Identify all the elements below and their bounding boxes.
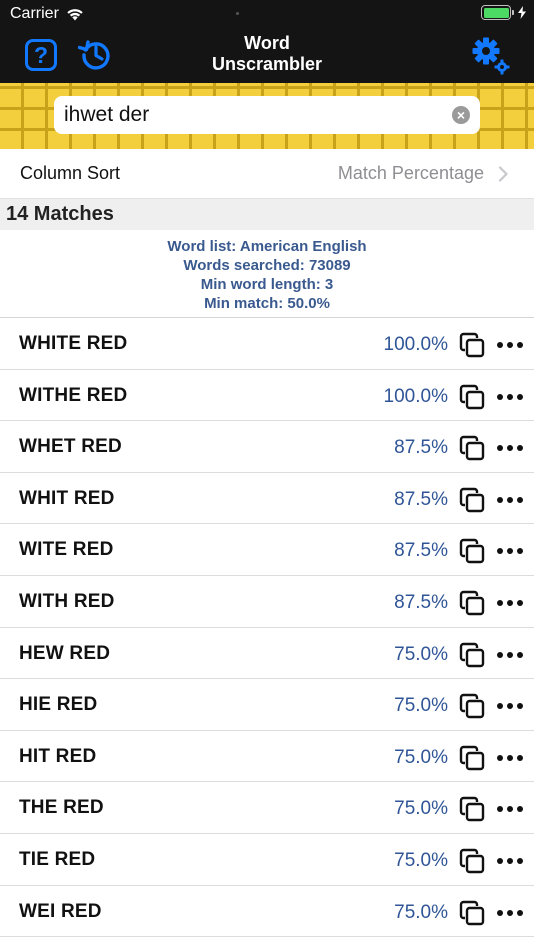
result-row[interactable]: WITHE RED 100.0% [0, 369, 534, 422]
wifi-icon [67, 8, 83, 20]
search-input[interactable]: ihwet der × [54, 96, 480, 134]
results-list: WHITE RED 100.0% WITHE RED 100.0% WHET R… [0, 318, 534, 938]
result-row[interactable]: WEI RED 75.0% [0, 885, 534, 938]
more-icon[interactable] [497, 496, 523, 503]
help-button[interactable]: ? [25, 39, 57, 71]
copy-icon[interactable] [458, 795, 486, 823]
more-icon[interactable] [497, 806, 523, 813]
result-row[interactable]: THE RED 75.0% [0, 782, 534, 834]
chevron-right-icon [498, 166, 508, 182]
result-word: WITE RED [19, 539, 114, 561]
copy-icon[interactable] [458, 383, 486, 411]
charging-icon [518, 6, 526, 19]
search-band: ihwet der × [0, 83, 534, 149]
result-match-percentage: 87.5% [394, 591, 448, 613]
clear-icon[interactable]: × [452, 106, 470, 124]
more-icon[interactable] [497, 342, 523, 348]
info-min-word-length: Min word length: 3 [200, 276, 334, 293]
result-row[interactable]: WHIT RED 87.5% [0, 472, 534, 525]
result-match-percentage: 87.5% [394, 540, 448, 562]
copy-icon[interactable] [458, 434, 486, 462]
copy-icon[interactable] [458, 899, 486, 927]
clear-icon-glyph: × [456, 107, 466, 123]
more-icon[interactable] [497, 857, 523, 864]
copy-icon[interactable] [458, 537, 486, 565]
result-word: WITHE RED [19, 384, 128, 406]
result-match-percentage: 75.0% [394, 901, 448, 923]
result-word: WHIT RED [19, 487, 115, 509]
result-word: TIE RED [19, 848, 96, 870]
status-camera-dot [236, 12, 239, 15]
more-icon[interactable] [497, 393, 523, 400]
info-word-list: Word list: American English [167, 238, 367, 255]
column-sort-label: Column Sort [20, 163, 121, 183]
result-word: WITH RED [19, 590, 115, 612]
result-word: WHET RED [19, 436, 122, 458]
info-words-searched: Words searched: 73089 [183, 257, 351, 274]
page-title-line2: Unscrambler [211, 54, 323, 74]
more-icon[interactable] [497, 651, 523, 658]
copy-icon[interactable] [458, 641, 486, 669]
result-row[interactable]: TIE RED 75.0% [0, 833, 534, 886]
result-match-percentage: 87.5% [394, 437, 448, 459]
result-word: WEI RED [19, 900, 102, 922]
more-icon[interactable] [497, 445, 523, 452]
status-bar: Carrier [0, 0, 534, 28]
result-word: HIT RED [19, 745, 97, 767]
search-input-text: ihwet der [64, 103, 150, 126]
result-match-percentage: 87.5% [394, 488, 448, 510]
result-word: HEW RED [19, 642, 111, 664]
result-row[interactable]: WITE RED 87.5% [0, 524, 534, 576]
more-icon[interactable] [497, 599, 523, 606]
status-carrier: Carrier [10, 5, 84, 23]
battery-icon [481, 5, 526, 20]
search-info: Word list: American English Words search… [0, 230, 534, 318]
column-sort-value: Match Percentage [337, 163, 484, 183]
more-icon[interactable] [497, 754, 523, 761]
copy-icon[interactable] [458, 589, 486, 617]
result-match-percentage: 75.0% [394, 643, 448, 665]
gear-icon[interactable] [470, 35, 512, 77]
matches-count: 14 Matches [6, 203, 114, 225]
copy-icon[interactable] [458, 692, 486, 720]
result-match-percentage: 100.0% [383, 334, 448, 355]
copy-icon[interactable] [458, 486, 486, 514]
help-icon: ? [33, 42, 49, 68]
page-title-line1: Word [244, 33, 290, 53]
nav-bar: ? Word Unscrambler [0, 28, 534, 83]
result-word: THE RED [19, 797, 104, 819]
result-match-percentage: 75.0% [394, 746, 448, 768]
matches-header: 14 Matches [0, 199, 534, 230]
result-row[interactable]: WHITE RED 100.0% [0, 318, 534, 370]
result-match-percentage: 75.0% [394, 695, 448, 717]
copy-icon[interactable] [458, 847, 486, 875]
result-row[interactable]: HIT RED 75.0% [0, 730, 534, 783]
history-icon[interactable] [78, 37, 114, 73]
result-match-percentage: 75.0% [394, 798, 448, 820]
more-icon[interactable] [497, 548, 523, 555]
more-icon[interactable] [497, 703, 523, 710]
result-word: HIE RED [19, 694, 98, 716]
column-sort-row[interactable]: Column Sort Match Percentage [0, 149, 534, 199]
result-word: WHITE RED [19, 333, 128, 354]
more-icon[interactable] [497, 909, 523, 916]
result-row[interactable]: HEW RED 75.0% [0, 627, 534, 680]
carrier-label: Carrier [10, 5, 59, 22]
copy-icon[interactable] [458, 744, 486, 772]
copy-icon[interactable] [458, 331, 486, 359]
result-row[interactable]: WHET RED 87.5% [0, 421, 534, 473]
result-match-percentage: 100.0% [383, 385, 448, 407]
result-row[interactable]: HIE RED 75.0% [0, 679, 534, 731]
info-min-match: Min match: 50.0% [204, 295, 330, 312]
page-title: Word Unscrambler [167, 33, 367, 75]
result-row[interactable]: WITH RED 87.5% [0, 575, 534, 628]
result-match-percentage: 75.0% [394, 849, 448, 871]
